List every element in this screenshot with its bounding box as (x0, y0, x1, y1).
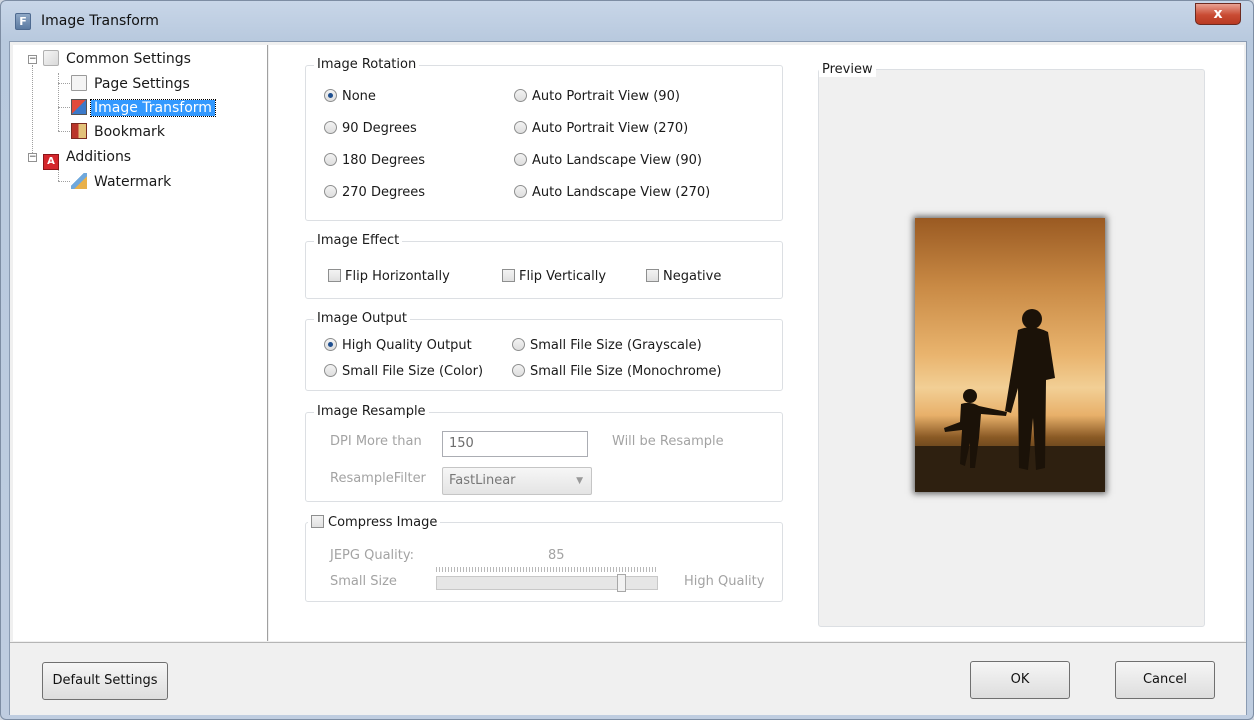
silhouette-figures (944, 309, 1055, 470)
tree-item-bookmark[interactable]: Bookmark (71, 121, 168, 143)
image-resample-group: Image Resample DPI More than 150 Will be… (305, 404, 783, 502)
ground-shape (915, 446, 1105, 492)
radio-button[interactable] (512, 338, 525, 351)
jpeg-quality-value: 85 (548, 548, 565, 563)
cancel-button[interactable]: Cancel (1115, 661, 1215, 699)
close-button[interactable]: x (1195, 3, 1241, 25)
radio-button[interactable] (514, 185, 527, 198)
resample-filter-select[interactable]: FastLinear ▼ (442, 467, 592, 495)
dialog-client: − Common Settings Page Settings Image Tr… (9, 41, 1247, 715)
chevron-down-icon: ▼ (576, 476, 583, 486)
page-gear-icon (71, 75, 87, 91)
radio-button[interactable] (324, 153, 337, 166)
expand-common-settings-icon[interactable]: − (28, 55, 37, 64)
image-rotation-title: Image Rotation (314, 57, 420, 72)
expand-additions-icon[interactable]: − (28, 153, 37, 162)
flip-vertically-option[interactable]: Flip Vertically (502, 268, 606, 286)
small-grayscale-option[interactable]: Small File Size (Grayscale) (512, 337, 702, 355)
dpi-label: DPI More than (330, 434, 422, 449)
high-quality-output-option[interactable]: High Quality Output (324, 337, 472, 355)
rotation-none-option[interactable]: None (324, 88, 376, 106)
preview-title: Preview (819, 62, 876, 77)
dialog-window: F Image Transform x − Common Settings Pa… (0, 0, 1254, 720)
settings-folder-icon (43, 50, 59, 66)
tree-item-image-transform[interactable]: Image Transform (71, 97, 216, 119)
auto-landscape-90-option[interactable]: Auto Landscape View (90) (514, 152, 702, 170)
checkbox[interactable] (646, 269, 659, 282)
image-resample-title: Image Resample (314, 404, 429, 419)
flip-horizontally-option[interactable]: Flip Horizontally (328, 268, 450, 286)
rotation-90-option[interactable]: 90 Degrees (324, 120, 417, 138)
pdf-icon: A (43, 154, 59, 170)
watermark-brush-icon (71, 173, 87, 189)
image-transform-icon (71, 99, 87, 115)
app-icon: F (15, 13, 31, 30)
jpeg-quality-label: JEPG Quality: (330, 548, 414, 563)
rotation-270-option[interactable]: 270 Degrees (324, 184, 425, 202)
auto-landscape-270-option[interactable]: Auto Landscape View (270) (514, 184, 710, 202)
compress-image-group: Compress Image JEPG Quality: 85 Small Si… (305, 515, 783, 602)
preview-image (915, 218, 1105, 492)
radio-button[interactable] (324, 121, 337, 134)
negative-option[interactable]: Negative (646, 268, 721, 286)
rotation-180-option[interactable]: 180 Degrees (324, 152, 425, 170)
image-output-title: Image Output (314, 311, 411, 326)
high-quality-label: High Quality (684, 574, 765, 589)
silhouette-image (915, 309, 1105, 492)
checkbox[interactable] (311, 515, 324, 528)
radio-button[interactable] (324, 364, 337, 377)
image-effect-group: Image Effect Flip Horizontally Flip Vert… (305, 233, 783, 299)
auto-portrait-90-option[interactable]: Auto Portrait View (90) (514, 88, 680, 106)
preview-panel: Preview (818, 62, 1205, 627)
image-rotation-group: Image Rotation None 90 Degrees 180 Degre… (305, 57, 783, 221)
image-effect-title: Image Effect (314, 233, 403, 248)
radio-button[interactable] (324, 89, 337, 102)
radio-button[interactable] (514, 89, 527, 102)
dpi-input[interactable]: 150 (442, 431, 588, 457)
tree-item-page-settings[interactable]: Page Settings (71, 73, 193, 95)
tree-item-common-settings[interactable]: Common Settings (43, 48, 194, 70)
radio-button[interactable] (324, 338, 337, 351)
radio-button[interactable] (324, 185, 337, 198)
title-bar: F Image Transform x (1, 1, 1253, 41)
compress-image-toggle[interactable]: Compress Image (308, 515, 441, 530)
ok-button[interactable]: OK (970, 661, 1070, 699)
radio-button[interactable] (514, 121, 527, 134)
resample-filter-label: ResampleFilter (330, 471, 426, 486)
image-output-group: Image Output High Quality Output Small F… (305, 311, 783, 391)
quality-slider-thumb[interactable] (617, 574, 627, 592)
tree-item-additions[interactable]: A Additions (43, 146, 134, 170)
auto-portrait-270-option[interactable]: Auto Portrait View (270) (514, 120, 688, 138)
resample-note: Will be Resample (612, 434, 724, 449)
small-color-option[interactable]: Small File Size (Color) (324, 363, 483, 381)
bookmark-icon (71, 123, 87, 139)
small-size-label: Small Size (330, 574, 397, 589)
radio-button[interactable] (514, 153, 527, 166)
settings-tree: − Common Settings Page Settings Image Tr… (13, 45, 268, 641)
checkbox[interactable] (502, 269, 515, 282)
settings-panel: Image Rotation None 90 Degrees 180 Degre… (269, 45, 1244, 641)
radio-button[interactable] (512, 364, 525, 377)
default-settings-button[interactable]: Default Settings (42, 662, 168, 700)
window-title: Image Transform (41, 13, 159, 29)
quality-slider-ticks (436, 567, 656, 572)
small-monochrome-option[interactable]: Small File Size (Monochrome) (512, 363, 722, 381)
checkbox[interactable] (328, 269, 341, 282)
tree-item-watermark[interactable]: Watermark (71, 171, 174, 193)
button-bar: Default Settings OK Cancel (10, 642, 1246, 715)
